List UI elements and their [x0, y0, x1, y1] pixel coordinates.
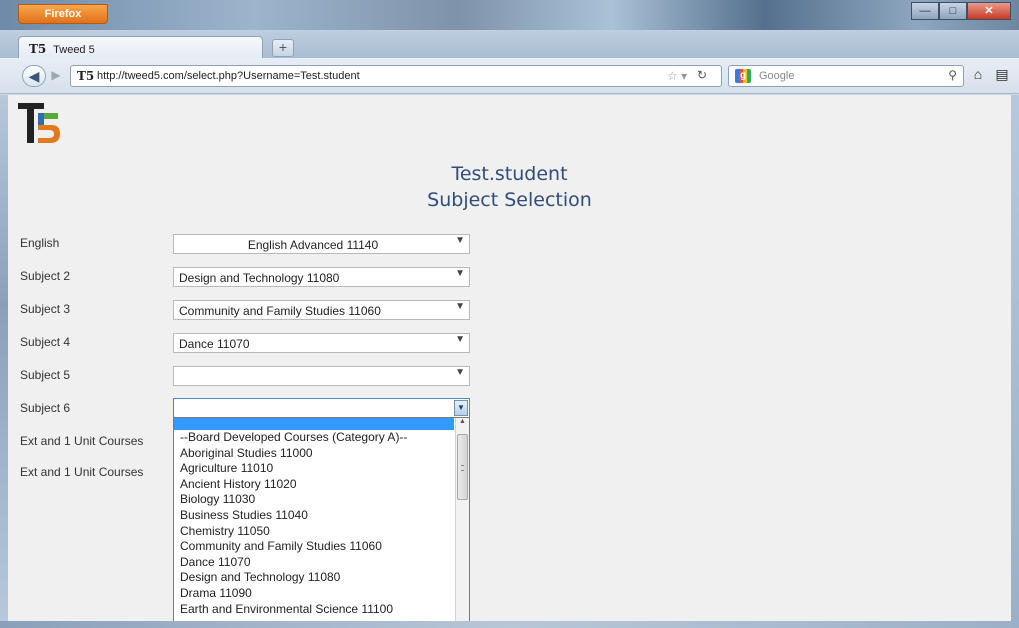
window-border-bottom [0, 621, 1019, 628]
navigation-toolbar: ◀ ▶ T5 http://tweed5.com/select.php?User… [0, 58, 1019, 94]
label-subject-5: Subject 5 [20, 368, 71, 382]
dropdown-option[interactable]: Community and Family Studies 11060 [174, 539, 454, 555]
dropdown-option[interactable]: Business Studies 11040 [174, 508, 454, 524]
subject-2-select[interactable]: Design and Technology 11080 ▼ [173, 267, 470, 287]
menu-icon[interactable]: ▤ [992, 66, 1012, 86]
window-titlebar: Firefox — □ ✕ [0, 0, 1019, 30]
dropdown-option[interactable]: Drama 11090 [174, 586, 454, 602]
dropdown-option[interactable]: Aboriginal Studies 11000 [174, 446, 454, 462]
label-subject-2: Subject 2 [20, 269, 71, 283]
dropdown-option[interactable]: Ancient History 11020 [174, 477, 454, 493]
subject-6-dropdown-list[interactable]: --Board Developed Courses (Category A)--… [173, 417, 470, 628]
subject-4-select-value: Dance 11070 [179, 337, 250, 351]
english-select[interactable]: English Advanced 11140 ▼ [173, 234, 470, 254]
magnifier-icon[interactable]: ⚲ [948, 68, 957, 82]
url-bar[interactable]: T5 http://tweed5.com/select.php?Username… [70, 65, 722, 87]
tab-title: Tweed 5 [53, 44, 95, 56]
dropdown-arrow-icon[interactable]: ▼ [454, 400, 468, 416]
subject-3-select[interactable]: Community and Family Studies 11060 ▼ [173, 300, 470, 320]
scrollbar-thumb[interactable] [457, 434, 468, 500]
label-subject-4: Subject 4 [20, 335, 71, 349]
dropdown-arrow-icon[interactable]: ▼ [455, 334, 465, 345]
student-name: Test.student [451, 163, 568, 185]
scroll-up-icon[interactable]: ▲ [459, 418, 466, 425]
dropdown-option[interactable]: Earth and Environmental Science 11100 [174, 602, 454, 618]
label-ext-courses-2: Ext and 1 Unit Courses [20, 465, 144, 479]
label-subject-6: Subject 6 [20, 401, 71, 415]
page-content: Test.student Subject Selection English E… [8, 95, 1011, 628]
site-favicon-icon: T5 [29, 42, 47, 56]
scrollbar-grip-icon [461, 465, 464, 471]
highlighted-option[interactable] [174, 418, 454, 430]
label-ext-courses-1: Ext and 1 Unit Courses [20, 434, 144, 448]
dropdown-option[interactable]: Chemistry 11050 [174, 524, 454, 540]
forward-arrow-icon[interactable]: ▶ [47, 68, 65, 84]
english-select-value: English Advanced 11140 [247, 238, 379, 252]
google-logo-icon[interactable]: g [735, 69, 751, 83]
url-text[interactable]: http://tweed5.com/select.php?Username=Te… [97, 70, 360, 82]
new-tab-button[interactable]: + [272, 39, 294, 57]
window-controls: — □ ✕ [911, 2, 1011, 20]
window-border-right [1011, 95, 1019, 621]
dropdown-scrollbar[interactable]: ▲ [455, 418, 469, 628]
firefox-menu-button[interactable]: Firefox [18, 4, 108, 24]
bookmark-star-icon[interactable]: ☆ ▾ [667, 69, 687, 83]
home-icon[interactable]: ⌂ [968, 66, 988, 86]
dropdown-arrow-icon[interactable]: ▼ [455, 268, 465, 279]
label-subject-3: Subject 3 [20, 302, 71, 316]
back-arrow-icon[interactable]: ◀ [22, 65, 46, 87]
t5-logo [18, 103, 60, 143]
search-engine-label: Google [759, 70, 795, 82]
dropdown-arrow-icon[interactable]: ▼ [455, 235, 465, 246]
page-title: Subject Selection [427, 189, 592, 211]
window-border-left [0, 95, 8, 621]
minimize-icon[interactable]: — [911, 2, 939, 20]
close-icon[interactable]: ✕ [967, 2, 1011, 20]
maximize-icon[interactable]: □ [939, 2, 967, 20]
dropdown-option[interactable]: Design and Technology 11080 [174, 570, 454, 586]
subject-2-select-value: Design and Technology 11080 [179, 271, 340, 285]
tab-tweed5[interactable]: T5 Tweed 5 [18, 36, 263, 60]
url-favicon-icon: T5 [77, 69, 95, 83]
dropdown-option[interactable]: --Board Developed Courses (Category A)-- [174, 430, 454, 446]
subject-5-select[interactable]: ▼ [173, 366, 470, 386]
dropdown-arrow-icon[interactable]: ▼ [455, 367, 465, 378]
tab-strip: T5 Tweed 5 + [0, 30, 1019, 60]
subject-4-select[interactable]: Dance 11070 ▼ [173, 333, 470, 353]
dropdown-options: --Board Developed Courses (Category A)--… [174, 430, 454, 617]
label-english: English [20, 236, 60, 250]
subject-3-select-value: Community and Family Studies 11060 [179, 304, 381, 318]
dropdown-option[interactable]: Dance 11070 [174, 555, 454, 571]
dropdown-arrow-icon[interactable]: ▼ [455, 301, 465, 312]
reload-icon[interactable]: ↻ [697, 68, 707, 82]
dropdown-option[interactable]: Biology 11030 [174, 492, 454, 508]
search-bar[interactable]: g Google ⚲ [728, 65, 964, 87]
dropdown-option[interactable]: Agriculture 11010 [174, 461, 454, 477]
subject-6-select[interactable]: ▼ [173, 398, 470, 418]
